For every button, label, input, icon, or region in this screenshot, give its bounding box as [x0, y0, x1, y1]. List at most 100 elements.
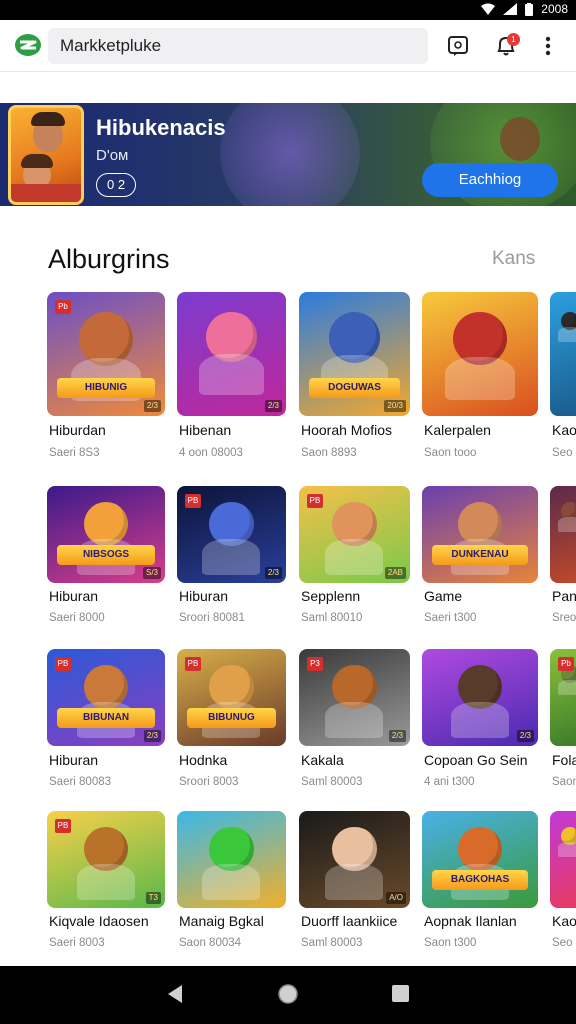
game-thumbnail[interactable] — [422, 292, 538, 416]
game-logo-text: DOGUWAS — [309, 378, 400, 398]
game-title[interactable]: Hiburan — [49, 588, 98, 604]
game-logo-text: NIBSOGS — [57, 545, 155, 565]
game-title[interactable]: Hiburan — [49, 752, 98, 768]
character-body — [558, 842, 576, 857]
game-thumbnail[interactable]: Pb HIBUNIG 2/3 — [47, 292, 165, 416]
game-thumbnail[interactable] — [177, 811, 286, 908]
game-title[interactable]: Game — [424, 588, 462, 604]
game-thumbnail[interactable]: 2/3 — [177, 292, 286, 416]
game-subtitle: Sroori 8003 — [179, 776, 239, 788]
game-title[interactable]: Pan — [552, 588, 576, 604]
age-rating-tag: P3 — [307, 657, 323, 671]
game-logo-text: BAGKOHAS — [432, 870, 528, 890]
thumbnail-corner-label: 2/3 — [388, 730, 406, 742]
game-title[interactable]: Hiburan — [179, 588, 228, 604]
game-title[interactable]: Sepplenn — [301, 588, 360, 604]
game-thumbnail[interactable]: 2/3 — [422, 649, 538, 746]
game-thumbnail[interactable]: NIBSOGS S/3 — [47, 486, 165, 583]
game-title[interactable]: Copoan Go Sein — [424, 752, 528, 768]
game-subtitle: Saon tooo — [424, 447, 477, 459]
game-subtitle: Saeri 8003 — [49, 937, 105, 949]
game-thumbnail[interactable] — [550, 292, 576, 416]
age-rating-tag: PB — [55, 819, 71, 833]
game-subtitle: Sroori 80081 — [179, 612, 245, 624]
game-logo-text: HIBUNIG — [57, 378, 155, 398]
thumbnail-corner-label: 20/3 — [384, 400, 406, 412]
age-rating-tag: PB — [185, 657, 201, 671]
thumbnail-corner-label: 2AB — [384, 567, 406, 579]
game-subtitle: 4 oon 08003 — [179, 447, 243, 459]
game-thumbnail[interactable]: BAGKOHAS — [422, 811, 538, 908]
game-title[interactable]: Kalerpalen — [424, 422, 491, 438]
character-body — [76, 864, 135, 901]
home-icon[interactable] — [277, 983, 299, 1005]
game-subtitle: Saeri 8000 — [49, 612, 105, 624]
thumbnail-corner-label: 2/3 — [143, 730, 161, 742]
game-title[interactable]: Kao — [552, 422, 576, 438]
game-thumbnail[interactable]: A/O — [299, 811, 410, 908]
game-subtitle: Saml 80010 — [301, 612, 363, 624]
game-subtitle: Saon 8893 — [301, 447, 357, 459]
age-rating-tag: PB — [307, 494, 323, 508]
game-title[interactable]: Aopnak Ilanlan — [424, 913, 517, 929]
game-title[interactable]: Hodnka — [179, 752, 227, 768]
game-subtitle: Saon 80034 — [179, 937, 242, 949]
game-logo-text: DUNKENAU — [432, 545, 528, 565]
game-thumbnail[interactable]: PB 2AB — [299, 486, 410, 583]
game-title[interactable]: Duorff laankiice — [301, 913, 397, 929]
age-rating-tag: Pb — [558, 657, 574, 671]
game-title[interactable]: Kao — [552, 913, 576, 929]
game-logo-text: BIBUNAN — [57, 708, 155, 728]
age-rating-tag: PB — [55, 657, 71, 671]
character-body — [325, 539, 384, 576]
game-thumbnail[interactable]: P3 2/3 — [299, 649, 410, 746]
system-nav-bar — [0, 966, 576, 1024]
thumbnail-corner-label: 2/3 — [143, 400, 161, 412]
game-subtitle: Seo — [552, 937, 573, 949]
game-title[interactable]: Kakala — [301, 752, 344, 768]
game-subtitle: Sreo — [552, 612, 576, 624]
game-title[interactable]: Manaig Bgkal — [179, 913, 264, 929]
game-title[interactable]: Hiburdan — [49, 422, 106, 438]
back-icon[interactable] — [166, 984, 184, 1004]
game-title[interactable]: Fola — [552, 752, 576, 768]
game-thumbnail[interactable]: DUNKENAU — [422, 486, 538, 583]
character-body — [325, 864, 384, 901]
character-body — [450, 702, 509, 739]
age-rating-tag: Pb — [55, 300, 71, 314]
character-body — [325, 702, 384, 739]
game-thumbnail[interactable]: PB T3 — [47, 811, 165, 908]
character-body — [202, 539, 261, 576]
game-grid: Pb HIBUNIG 2/3 Hiburdan Saeri 8S3 2/3 Hibenan 4… — [0, 0, 576, 1024]
age-rating-tag: PB — [185, 494, 201, 508]
game-subtitle: Saeri t300 — [424, 612, 477, 624]
character-body — [558, 327, 576, 343]
character-body — [198, 354, 265, 395]
character-body — [445, 357, 515, 400]
game-subtitle: Saeri 80083 — [49, 776, 112, 788]
thumbnail-corner-label: A/O — [386, 892, 406, 904]
thumbnail-corner-label: 2/3 — [264, 567, 282, 579]
game-thumbnail[interactable]: Pb — [550, 649, 576, 746]
game-subtitle: Saon t300 — [424, 937, 477, 949]
game-thumbnail[interactable] — [550, 486, 576, 583]
game-thumbnail[interactable]: PB BIBUNUG — [177, 649, 286, 746]
character-body — [202, 864, 261, 901]
game-subtitle: Seo — [552, 447, 573, 459]
recents-icon[interactable] — [392, 985, 409, 1002]
thumbnail-corner-label: S/3 — [142, 567, 161, 579]
thumbnail-corner-label: 2/3 — [264, 400, 282, 412]
game-thumbnail[interactable]: DOGUWAS 20/3 — [299, 292, 410, 416]
game-title[interactable]: Kiqvale Idaosen — [49, 913, 149, 929]
game-subtitle: Saml 80003 — [301, 776, 363, 788]
character-body — [558, 517, 576, 532]
game-thumbnail[interactable]: PB 2/3 — [177, 486, 286, 583]
game-thumbnail[interactable]: PB BIBUNAN 2/3 — [47, 649, 165, 746]
game-title[interactable]: Hibenan — [179, 422, 231, 438]
game-subtitle: Saeri 8S3 — [49, 447, 100, 459]
game-logo-text: BIBUNUG — [187, 708, 276, 728]
game-thumbnail[interactable] — [550, 811, 576, 908]
game-subtitle: Saml 80003 — [301, 937, 363, 949]
game-title[interactable]: Hoorah Mofios — [301, 422, 392, 438]
game-subtitle: 4 ani t300 — [424, 776, 475, 788]
